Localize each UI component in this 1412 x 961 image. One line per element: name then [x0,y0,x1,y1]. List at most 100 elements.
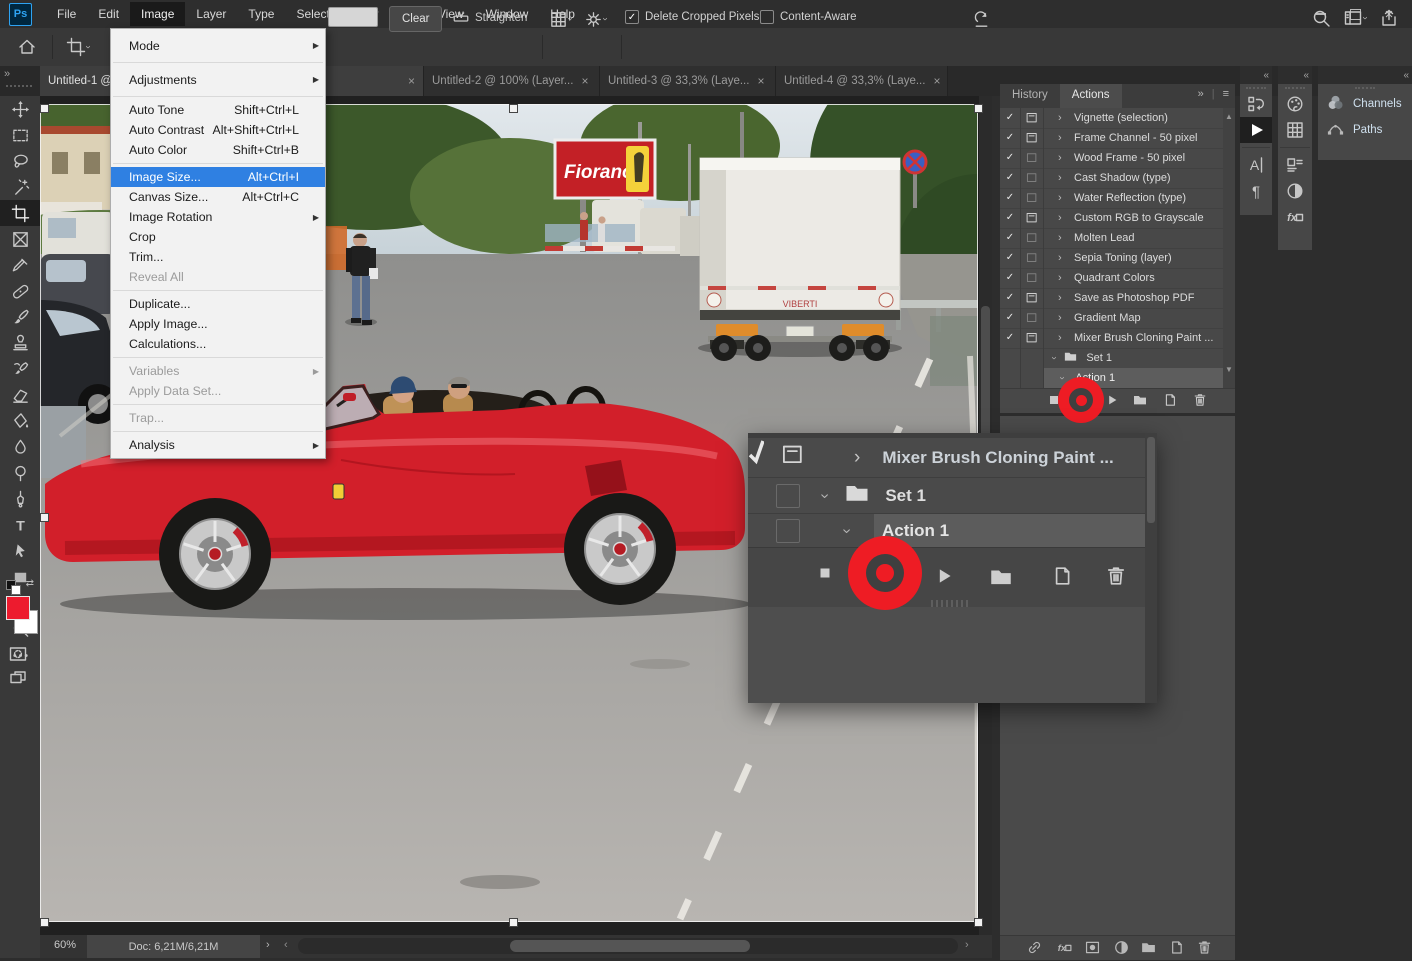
menu-item-mode[interactable]: Mode▶ [111,32,325,59]
history-panel-button[interactable] [1240,91,1272,117]
stop-button[interactable] [816,564,834,585]
play-button[interactable] [1104,392,1120,411]
chevron-down-icon[interactable]: › [1057,376,1067,379]
dialog-toggle[interactable] [1021,228,1044,248]
trash-button[interactable] [1196,939,1213,959]
delete-cropped-pixels-checkbox[interactable]: ✓ Delete Cropped Pixels [625,10,759,24]
dialog-toggle-icon[interactable] [780,442,806,473]
default-swap-colors[interactable]: ⇄ [6,578,34,592]
menu-item-auto-color[interactable]: Auto ColorShift+Ctrl+B [111,140,325,160]
panel-menu-icon[interactable]: ≡ [1223,88,1229,100]
mask-button[interactable] [1084,939,1101,959]
item-check-toggle[interactable]: ✓ [1000,228,1021,248]
frame-tool[interactable] [0,226,40,252]
item-check-toggle[interactable]: ✓ [1000,328,1021,348]
swatches-panel-button[interactable] [1278,117,1312,143]
actions-scrollbar[interactable]: ▲ ▼ [1223,108,1235,388]
scroll-down-arrow[interactable]: ▼ [1223,365,1235,374]
rectangular-marquee-tool[interactable] [0,122,40,148]
crop-settings-gear-button[interactable]: › [582,6,608,32]
workspace-button[interactable]: › [1342,5,1368,31]
horizontal-scrollbar-thumb[interactable] [510,940,750,952]
crop-handle[interactable] [509,104,518,113]
blur-tool[interactable] [0,434,40,460]
item-check-toggle[interactable]: ✓ [1000,168,1021,188]
close-tab-icon[interactable]: × [757,74,764,88]
character-panel-button[interactable]: A [1240,152,1272,178]
fx-button[interactable]: fx [1056,939,1073,959]
trash-button[interactable] [1192,392,1208,411]
folder-button[interactable] [988,564,1014,593]
stop-button[interactable] [1046,392,1062,411]
crop-overlay-options-button[interactable]: › [547,6,573,32]
pen-tool[interactable] [0,486,40,512]
expand-arrow-icon[interactable]: › [1058,292,1074,304]
action-row[interactable]: ✓›Quadrant Colors [1000,268,1223,289]
actions-panel-button[interactable] [1240,117,1272,143]
menubar-item-image[interactable]: Image [130,2,185,26]
scroll-up-arrow[interactable]: ▲ [1223,112,1235,121]
item-check-toggle[interactable]: ✓ [1000,308,1021,328]
action-row[interactable]: ✓›Gradient Map [1000,308,1223,329]
expand-arrow-icon[interactable]: › [1058,332,1074,344]
scroll-left-arrow[interactable]: ‹ [284,939,288,951]
menu-item-image-rotation[interactable]: Image Rotation▶ [111,207,325,227]
status-expand-arrow[interactable]: › [266,939,270,951]
eyedropper-tool[interactable] [0,252,40,278]
brush-tool[interactable] [0,304,40,330]
expand-arrow-icon[interactable]: › [1058,272,1074,284]
action-row[interactable]: ✓›Mixer Brush Cloning Paint ... [1000,328,1223,349]
document-tab[interactable]: Untitled-3 @ 33,3% (Laye...× [600,66,776,96]
play-button[interactable] [932,564,956,591]
action-row[interactable]: ✓›Sepia Toning (layer) [1000,248,1223,269]
horizontal-scrollbar[interactable] [298,938,958,954]
color-panel-button[interactable] [1278,91,1312,117]
crop-handle[interactable] [509,918,518,927]
crop-tool-button[interactable]: › [65,34,91,60]
menubar-item-edit[interactable]: Edit [87,2,130,26]
expand-arrow-icon[interactable]: › [1058,312,1074,324]
expand-arrow-icon[interactable]: › [1058,212,1074,224]
document-tab[interactable]: Untitled-2 @ 100% (Layer...× [424,66,600,96]
eraser-tool[interactable] [0,382,40,408]
menubar-item-file[interactable]: File [46,2,87,26]
action-set-row[interactable]: ›Set 1 [1000,348,1223,369]
menu-item-auto-contrast[interactable]: Auto ContrastAlt+Shift+Ctrl+L [111,120,325,140]
clear-button[interactable]: Clear [389,6,442,32]
chevron-down-icon[interactable]: › [817,493,833,498]
spot-healing-brush-tool[interactable] [0,278,40,304]
overlay-action-row[interactable]: › Action 1 [748,514,1145,547]
paths-panel-button[interactable]: Paths [1318,117,1412,143]
action-row[interactable]: ✓›Vignette (selection) [1000,108,1223,129]
expand-arrow-icon[interactable]: › [1058,232,1074,244]
move-tool[interactable] [0,96,40,122]
action-row[interactable]: ✓›Water Reflection (type) [1000,188,1223,209]
new-action-button[interactable] [1168,939,1185,959]
action-row[interactable]: ✓›Custom RGB to Grayscale [1000,208,1223,229]
item-check-toggle[interactable]: ✓ [1000,128,1021,148]
menu-item-reveal-all[interactable]: Reveal All [111,267,325,287]
expand-arrow-icon[interactable]: › [1058,132,1074,144]
libraries-panel-button[interactable] [1278,152,1312,178]
menubar-item-layer[interactable]: Layer [185,2,237,26]
dialog-toggle[interactable] [1021,108,1044,128]
menu-item-image-size[interactable]: Image Size...Alt+Ctrl+I [111,167,325,187]
document-tab[interactable]: Untitled-4 @ 33,3% (Laye...× [776,66,948,96]
crop-ratio-input[interactable] [328,7,378,27]
expand-arrow-icon[interactable]: › [1058,172,1074,184]
item-check-toggle[interactable]: ✓ [1000,288,1021,308]
dialog-toggle[interactable] [1021,268,1044,288]
share-button[interactable] [1376,5,1402,31]
clone-stamp-tool[interactable] [0,330,40,356]
record-button[interactable] [876,564,900,591]
adjustments-panel-button[interactable] [1278,178,1312,204]
action-row[interactable]: ✓›Molten Lead [1000,228,1223,249]
dialog-toggle[interactable] [1021,328,1044,348]
close-tab-icon[interactable]: × [581,74,588,88]
collapse-panel-button[interactable]: « [1318,66,1412,84]
styles-panel-button[interactable]: fx [1278,204,1312,230]
straighten-button[interactable]: Straighten [452,6,527,30]
foreground-color-swatch[interactable] [6,596,30,620]
screen-mode-button[interactable] [8,668,28,691]
crop-handle[interactable] [40,918,49,927]
